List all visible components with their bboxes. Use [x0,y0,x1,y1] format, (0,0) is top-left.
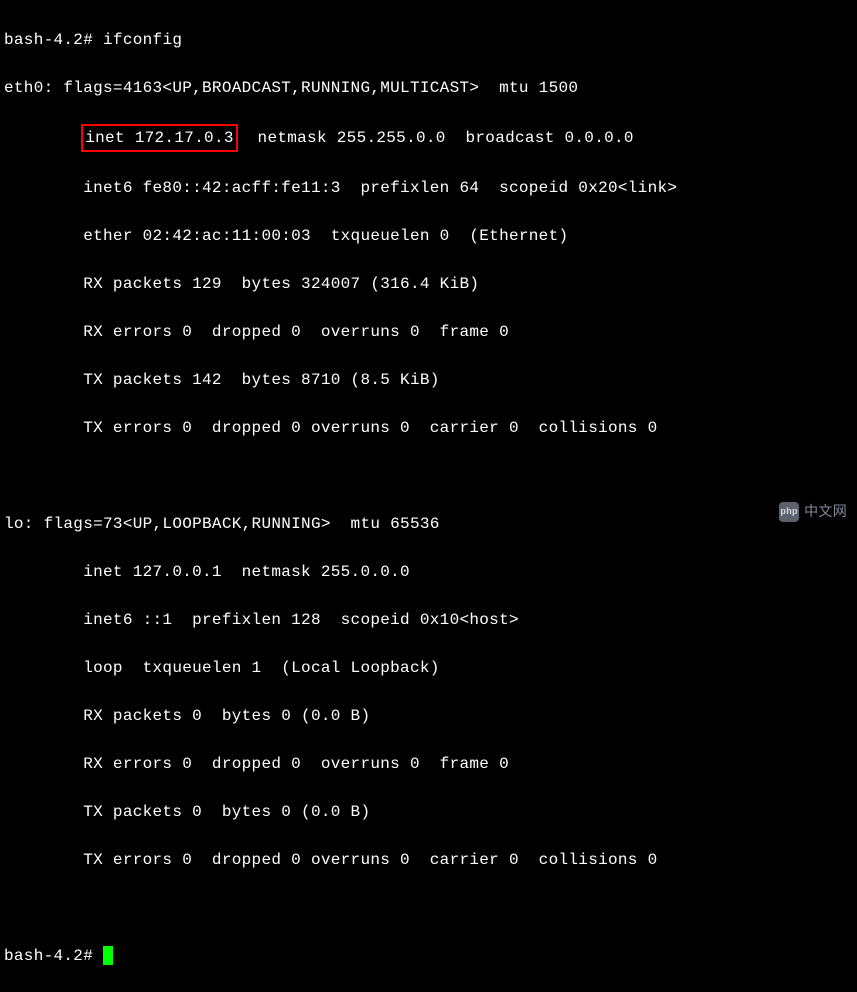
eth0-tx-errors: TX errors 0 dropped 0 overruns 0 carrier… [4,416,853,440]
lo-rx-errors: RX errors 0 dropped 0 overruns 0 frame 0 [4,752,853,776]
lo-inet6: inet6 ::1 prefixlen 128 scopeid 0x10<hos… [4,608,853,632]
blank-line-2 [4,896,853,920]
final-prompt-line[interactable]: bash-4.2# [4,944,853,968]
highlighted-ip: inet 172.17.0.3 [81,124,238,152]
watermark: php 中文网 [779,501,847,522]
watermark-label: 中文网 [804,501,847,522]
eth0-rx-packets: RX packets 129 bytes 324007 (316.4 KiB) [4,272,853,296]
prompt: bash-4.2# [4,31,93,49]
final-prompt: bash-4.2# [4,947,103,965]
eth0-header: eth0: flags=4163<UP,BROADCAST,RUNNING,MU… [4,76,853,100]
eth0-inet-rest: netmask 255.255.0.0 broadcast 0.0.0.0 [238,129,634,147]
eth0-tx-packets: TX packets 142 bytes 8710 (8.5 KiB) [4,368,853,392]
eth0-rx-errors: RX errors 0 dropped 0 overruns 0 frame 0 [4,320,853,344]
eth0-inet6: inet6 fe80::42:acff:fe11:3 prefixlen 64 … [4,176,853,200]
lo-inet: inet 127.0.0.1 netmask 255.0.0.0 [4,560,853,584]
cursor-icon [103,946,113,965]
command-text: ifconfig [103,31,182,49]
eth0-ether: ether 02:42:ac:11:00:03 txqueuelen 0 (Et… [4,224,853,248]
lo-rx-packets: RX packets 0 bytes 0 (0.0 B) [4,704,853,728]
terminal-output[interactable]: bash-4.2# ifconfig eth0: flags=4163<UP,B… [4,4,853,992]
php-logo-icon: php [779,502,799,522]
lo-header: lo: flags=73<UP,LOOPBACK,RUNNING> mtu 65… [4,512,853,536]
lo-loop: loop txqueuelen 1 (Local Loopback) [4,656,853,680]
eth0-inet-line: inet 172.17.0.3 netmask 255.255.0.0 broa… [4,124,853,152]
cmd-line: bash-4.2# ifconfig [4,28,853,52]
blank-line [4,464,853,488]
lo-tx-packets: TX packets 0 bytes 0 (0.0 B) [4,800,853,824]
lo-tx-errors: TX errors 0 dropped 0 overruns 0 carrier… [4,848,853,872]
